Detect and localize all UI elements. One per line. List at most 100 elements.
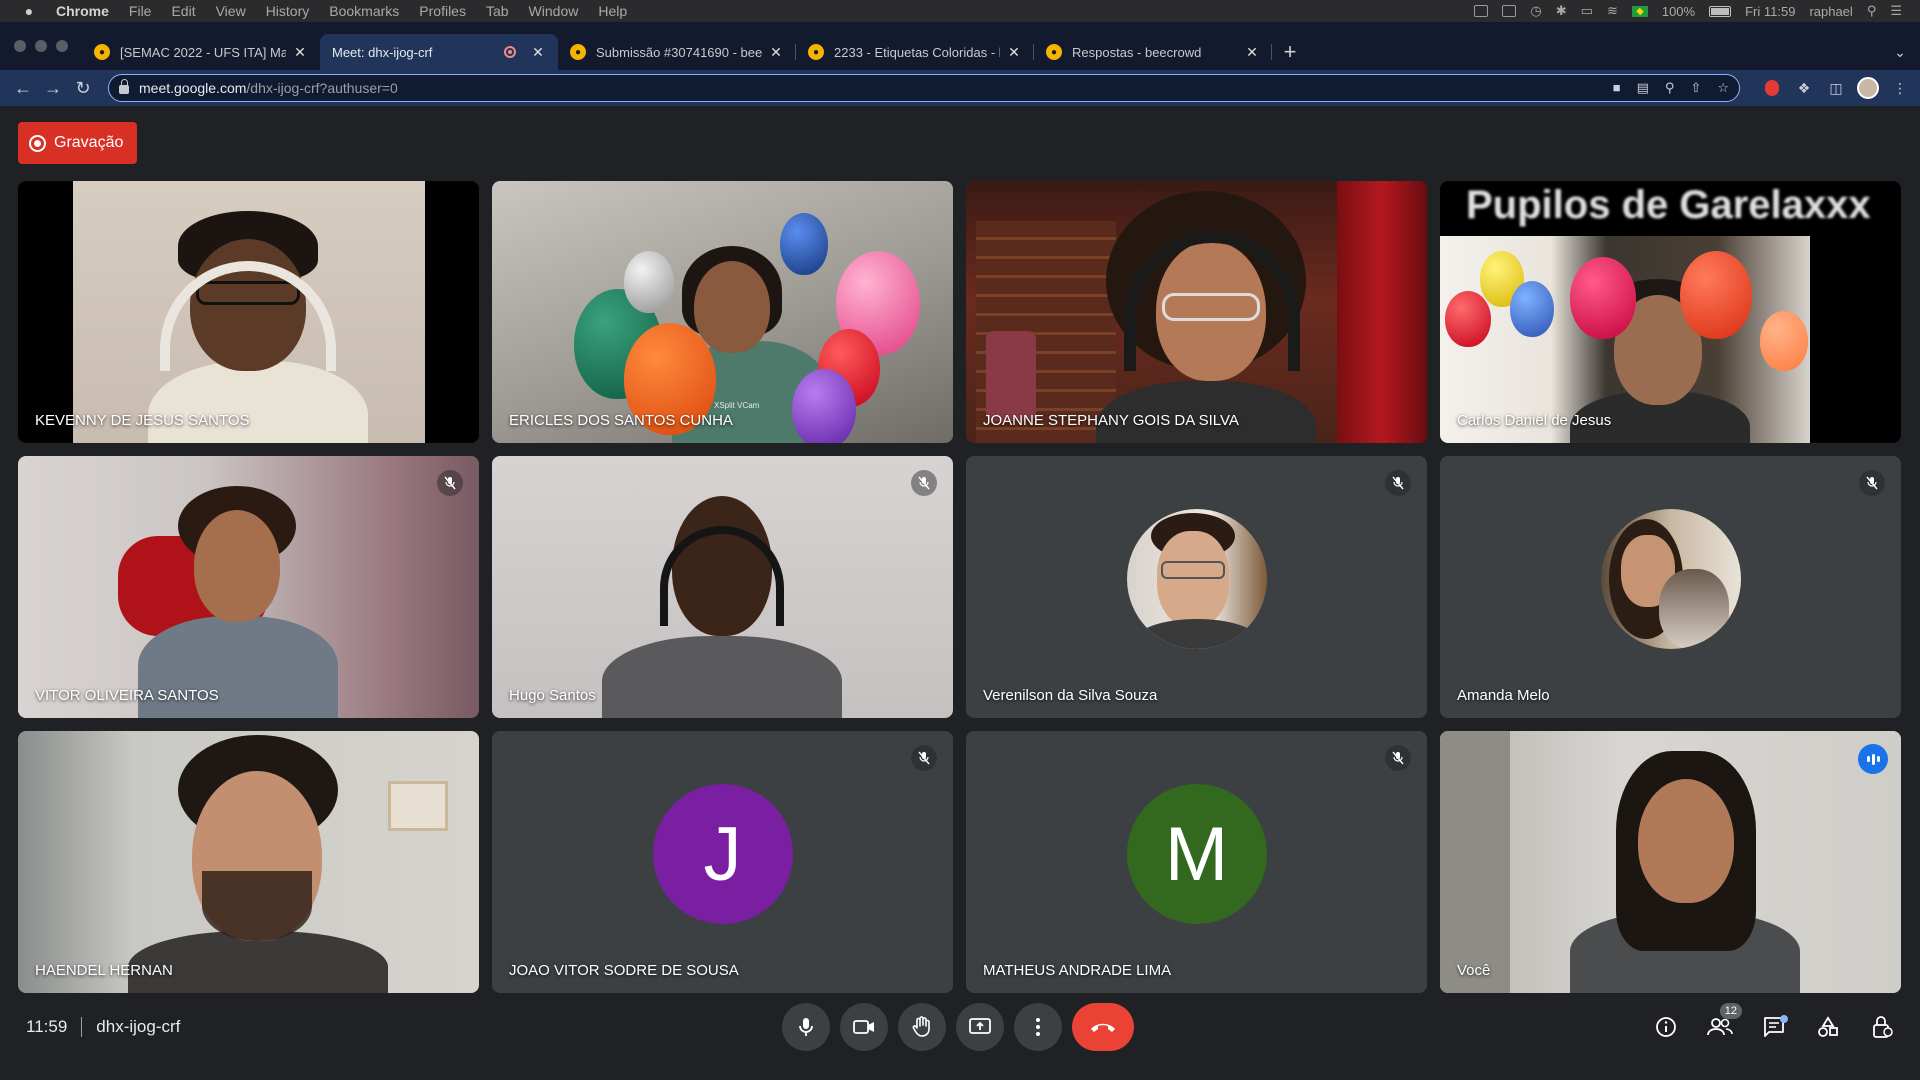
- divider: [81, 1017, 83, 1037]
- tab-separator: [1271, 44, 1272, 60]
- status-icon-b[interactable]: [1502, 5, 1517, 17]
- extension-red-icon[interactable]: [1760, 76, 1784, 100]
- profile-avatar[interactable]: [1856, 76, 1880, 100]
- menu-window[interactable]: Window: [529, 3, 579, 19]
- back-button[interactable]: ←: [8, 73, 38, 103]
- participant-tile[interactable]: J JOAO VITOR SODRE DE SOUSA: [492, 731, 953, 993]
- participant-avatar: [1126, 509, 1267, 649]
- window-controls: [0, 22, 82, 70]
- close-tab-icon[interactable]: ✕: [768, 44, 784, 61]
- participant-tile-self[interactable]: Você: [1440, 731, 1901, 993]
- battery-percent: 100%: [1661, 3, 1696, 19]
- call-controls: [782, 1003, 1134, 1051]
- airplay-icon[interactable]: ▭: [1581, 3, 1593, 19]
- host-controls-button[interactable]: [1858, 1003, 1906, 1051]
- recording-badge[interactable]: Gravação: [18, 122, 138, 164]
- camera-button[interactable]: [840, 1003, 888, 1051]
- menu-edit[interactable]: Edit: [171, 3, 195, 19]
- people-button[interactable]: 12: [1696, 1003, 1744, 1051]
- participant-tile[interactable]: JOANNE STEPHANY GOIS DA SILVA: [966, 181, 1427, 443]
- chat-button[interactable]: [1750, 1003, 1798, 1051]
- participant-tile[interactable]: Hugo Santos: [492, 456, 953, 718]
- share-icon[interactable]: ⇧: [1690, 80, 1701, 96]
- participant-tile[interactable]: Amanda Melo: [1440, 456, 1901, 718]
- tab-etiquetas[interactable]: ● 2233 - Etiquetas Coloridas - be ✕: [796, 34, 1034, 70]
- battery-icon[interactable]: [1709, 5, 1732, 17]
- meeting-details-button[interactable]: [1642, 1003, 1690, 1051]
- close-tab-icon[interactable]: ✕: [292, 44, 308, 61]
- camera-in-use-icon[interactable]: ■: [1613, 80, 1621, 96]
- wifi-icon[interactable]: ≋: [1607, 3, 1618, 19]
- close-window-button[interactable]: [14, 40, 26, 52]
- menu-view[interactable]: View: [216, 3, 246, 19]
- microphone-button[interactable]: [782, 1003, 830, 1051]
- bookmark-star-icon[interactable]: ☆: [1717, 80, 1729, 96]
- bluetooth-icon[interactable]: ✱: [1556, 3, 1567, 19]
- participant-video: Pupilos de Garelaxxx: [1440, 181, 1901, 443]
- side-panel-icon[interactable]: ◫: [1824, 76, 1848, 100]
- raise-hand-icon: [912, 1016, 930, 1037]
- forward-button[interactable]: →: [38, 73, 68, 103]
- people-count-badge: 12: [1719, 1003, 1742, 1019]
- reload-button[interactable]: ↻: [68, 73, 98, 103]
- lock-icon[interactable]: [119, 79, 129, 94]
- raise-hand-button[interactable]: [898, 1003, 946, 1051]
- address-bar[interactable]: meet.google.com /dhx-ijog-crf?authuser=0…: [108, 74, 1740, 102]
- activities-button[interactable]: [1804, 1003, 1852, 1051]
- translate-icon[interactable]: ▤: [1637, 80, 1649, 96]
- participant-tile[interactable]: M MATHEUS ANDRADE LIMA: [966, 731, 1427, 993]
- menu-app-chrome[interactable]: Chrome: [56, 3, 109, 19]
- participant-name: VITOR OLIVEIRA SANTOS: [35, 687, 219, 704]
- control-center-icon[interactable]: ☰: [1890, 3, 1902, 19]
- tab-respostas[interactable]: ● Respostas - beecrowd ✕: [1034, 34, 1272, 70]
- tab-title: 2233 - Etiquetas Coloridas - be: [834, 44, 1000, 60]
- participant-tile[interactable]: VITOR OLIVEIRA SANTOS: [18, 456, 479, 718]
- participant-tile[interactable]: KEVENNY DE JESUS SANTOS: [18, 181, 479, 443]
- tab-submissao[interactable]: ● Submissão #30741690 - beecr ✕: [558, 34, 796, 70]
- participant-tile[interactable]: Pupilos de Garelaxxx Carlos Daniel de Je…: [1440, 181, 1901, 443]
- info-icon: [1656, 1017, 1676, 1037]
- leave-call-button[interactable]: [1072, 1003, 1134, 1051]
- participant-tile[interactable]: XSplit VCam ERICLES DOS SANTOS CUNHA: [492, 181, 953, 443]
- menu-bookmarks[interactable]: Bookmarks: [329, 3, 399, 19]
- participant-name: Hugo Santos: [509, 687, 596, 704]
- chrome-menu-icon[interactable]: ⋮: [1888, 76, 1912, 100]
- tab-meet[interactable]: ▶ Meet: dhx-ijog-crf ✕: [320, 34, 558, 156]
- participant-name: Carlos Daniel de Jesus: [1457, 412, 1612, 429]
- time-machine-icon[interactable]: ◷: [1530, 3, 1541, 19]
- browser-toolbar: ← → ↻ meet.google.com /dhx-ijog-crf?auth…: [0, 70, 1920, 106]
- meet-control-bar: 11:59 dhx-ijog-crf 12: [0, 978, 1920, 1080]
- menu-tab[interactable]: Tab: [486, 3, 509, 19]
- participant-video: [966, 181, 1427, 443]
- participant-name: Amanda Melo: [1457, 687, 1550, 704]
- close-tab-icon[interactable]: ✕: [1006, 44, 1022, 61]
- more-options-button[interactable]: [1014, 1003, 1062, 1051]
- participant-tile[interactable]: HAENDEL HERNAN: [18, 731, 479, 993]
- tab-title: Meet: dhx-ijog-crf: [332, 44, 433, 60]
- close-tab-icon[interactable]: ✕: [530, 44, 546, 61]
- menu-clock[interactable]: Fri 11:59: [1745, 4, 1795, 19]
- tab-title: Submissão #30741690 - beecr: [596, 44, 762, 60]
- zoom-window-button[interactable]: [56, 40, 68, 52]
- menu-history[interactable]: History: [266, 3, 310, 19]
- spotlight-search-icon[interactable]: ⚲: [1867, 3, 1877, 19]
- apple-menu-icon[interactable]: ●: [18, 3, 40, 19]
- macos-menu-bar: ● Chrome File Edit View History Bookmark…: [0, 0, 1920, 22]
- menu-user[interactable]: raphael: [1809, 4, 1852, 19]
- new-tab-button[interactable]: +: [1272, 34, 1308, 70]
- zoom-icon[interactable]: ⚲: [1665, 80, 1675, 96]
- participant-tile[interactable]: Verenilson da Silva Souza: [966, 456, 1427, 718]
- mic-off-icon: [437, 470, 463, 496]
- present-screen-button[interactable]: [956, 1003, 1004, 1051]
- tab-semac[interactable]: ● [SEMAC 2022 - UFS ITA] Mara ✕: [82, 34, 320, 70]
- minimize-window-button[interactable]: [35, 40, 47, 52]
- input-source-flag-icon[interactable]: [1631, 5, 1648, 17]
- menu-help[interactable]: Help: [598, 3, 627, 19]
- beecrowd-favicon-icon: ●: [1046, 44, 1062, 60]
- extensions-puzzle-icon[interactable]: ❖: [1792, 76, 1816, 100]
- tab-search-chevron-icon[interactable]: ⌄: [1880, 34, 1920, 70]
- menu-profiles[interactable]: Profiles: [419, 3, 466, 19]
- menu-file[interactable]: File: [129, 3, 152, 19]
- close-tab-icon[interactable]: ✕: [1244, 44, 1260, 61]
- status-icon-a[interactable]: [1474, 5, 1489, 17]
